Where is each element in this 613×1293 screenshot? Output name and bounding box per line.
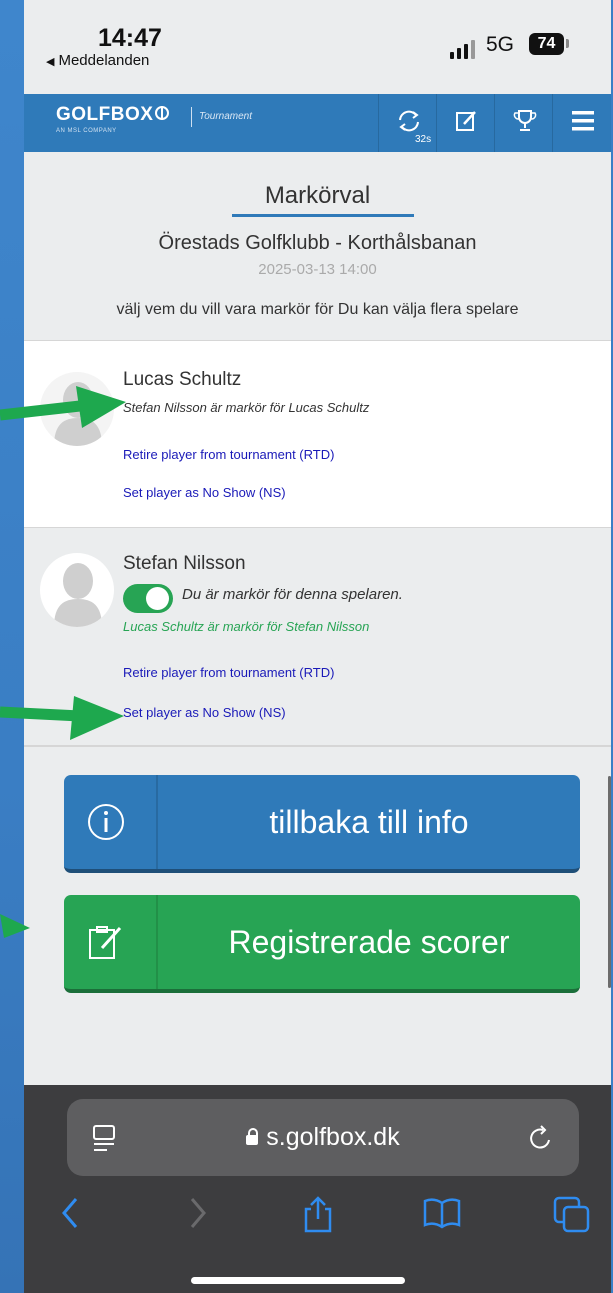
reload-icon[interactable] bbox=[527, 1123, 555, 1153]
scrollbar[interactable] bbox=[608, 776, 611, 988]
globe-icon bbox=[155, 106, 170, 120]
back-icon[interactable] bbox=[58, 1195, 82, 1231]
bookmarks-icon[interactable] bbox=[422, 1195, 462, 1231]
battery-icon: 74 bbox=[529, 33, 564, 55]
toggle-knob bbox=[146, 587, 169, 610]
refresh-countdown: 32s bbox=[415, 134, 432, 145]
back-app-label: Meddelanden bbox=[58, 52, 150, 69]
status-bar: 14:47 ◀ Meddelanden 5G 74 bbox=[24, 0, 611, 94]
battery-tip bbox=[566, 39, 569, 48]
menu-icon bbox=[572, 111, 594, 131]
back-to-info-label: tillbaka till info bbox=[269, 804, 469, 840]
back-to-app-link[interactable]: ◀ Meddelanden bbox=[46, 52, 149, 69]
instruction-text: välj vem du vill vara markör för Du kan … bbox=[116, 301, 519, 318]
club-name: Örestads Golfklubb - Korthålsbanan bbox=[158, 232, 477, 254]
url-text: s.golfbox.dk bbox=[67, 1099, 579, 1176]
menu-button[interactable] bbox=[552, 94, 611, 152]
scorecard-icon bbox=[89, 926, 122, 959]
no-show-link[interactable]: Set player as No Show (NS) bbox=[123, 485, 286, 500]
annotation-arrow-icon bbox=[0, 386, 126, 428]
address-bar[interactable]: s.golfbox.dk bbox=[67, 1099, 579, 1176]
header-separator bbox=[191, 107, 192, 127]
player-name: Lucas Schultz bbox=[123, 369, 242, 390]
round-datetime: 2025-03-13 14:00 bbox=[258, 261, 377, 278]
header-section-label: Tournament bbox=[199, 111, 252, 122]
tabs-icon[interactable] bbox=[552, 1195, 592, 1235]
registered-scores-button[interactable]: Registrerade scorer bbox=[64, 895, 580, 993]
home-indicator[interactable] bbox=[191, 1277, 405, 1284]
scorecard-icon bbox=[456, 111, 476, 131]
player-name: Stefan Nilsson bbox=[123, 553, 246, 574]
no-show-link[interactable]: Set player as No Show (NS) bbox=[123, 705, 286, 720]
status-time: 14:47 bbox=[98, 24, 162, 52]
title-underline bbox=[232, 214, 414, 217]
golfbox-logo[interactable]: GOLFBOX bbox=[56, 104, 170, 126]
info-icon bbox=[88, 804, 124, 840]
player-card[interactable]: Lucas Schultz Stefan Nilsson är markör f… bbox=[24, 340, 611, 528]
page-title: Markörval bbox=[264, 182, 371, 209]
toggle-label: Du är markör för denna spelaren. bbox=[182, 586, 403, 603]
back-triangle-icon: ◀ bbox=[46, 56, 55, 68]
marker-info: Lucas Schultz är markör för Stefan Nilss… bbox=[123, 619, 370, 634]
signal-icon bbox=[450, 40, 475, 59]
avatar bbox=[40, 553, 114, 627]
marker-info: Stefan Nilsson är markör för Lucas Schul… bbox=[123, 400, 370, 415]
forward-icon[interactable] bbox=[186, 1195, 210, 1231]
phone-screen: 14:47 ◀ Meddelanden 5G 74 GOLFBOX AN MSL … bbox=[24, 0, 611, 1293]
lock-icon bbox=[246, 1128, 259, 1145]
trophy-icon bbox=[513, 110, 537, 131]
scorecard-button[interactable] bbox=[436, 94, 494, 152]
annotation-arrow-icon bbox=[0, 696, 124, 740]
browser-toolbar: s.golfbox.dk bbox=[24, 1085, 611, 1293]
network-type: 5G bbox=[486, 33, 515, 56]
user-silhouette-icon bbox=[54, 563, 102, 627]
refresh-icon bbox=[399, 110, 419, 132]
back-to-info-button[interactable]: tillbaka till info bbox=[64, 775, 580, 873]
annotation-arrow-icon bbox=[0, 914, 30, 938]
retire-player-link[interactable]: Retire player from tournament (RTD) bbox=[123, 447, 334, 462]
marker-toggle[interactable] bbox=[123, 584, 173, 613]
background-strip bbox=[0, 0, 24, 1293]
share-icon[interactable] bbox=[300, 1195, 336, 1235]
golfbox-header: GOLFBOX AN MSL COMPANY Tournament 32s bbox=[24, 94, 611, 152]
retire-player-link[interactable]: Retire player from tournament (RTD) bbox=[123, 665, 334, 680]
refresh-button[interactable]: 32s bbox=[378, 94, 436, 152]
logo-subtitle: AN MSL COMPANY bbox=[56, 128, 117, 134]
registered-scores-label: Registrerade scorer bbox=[228, 924, 510, 960]
trophy-button[interactable] bbox=[494, 94, 552, 152]
